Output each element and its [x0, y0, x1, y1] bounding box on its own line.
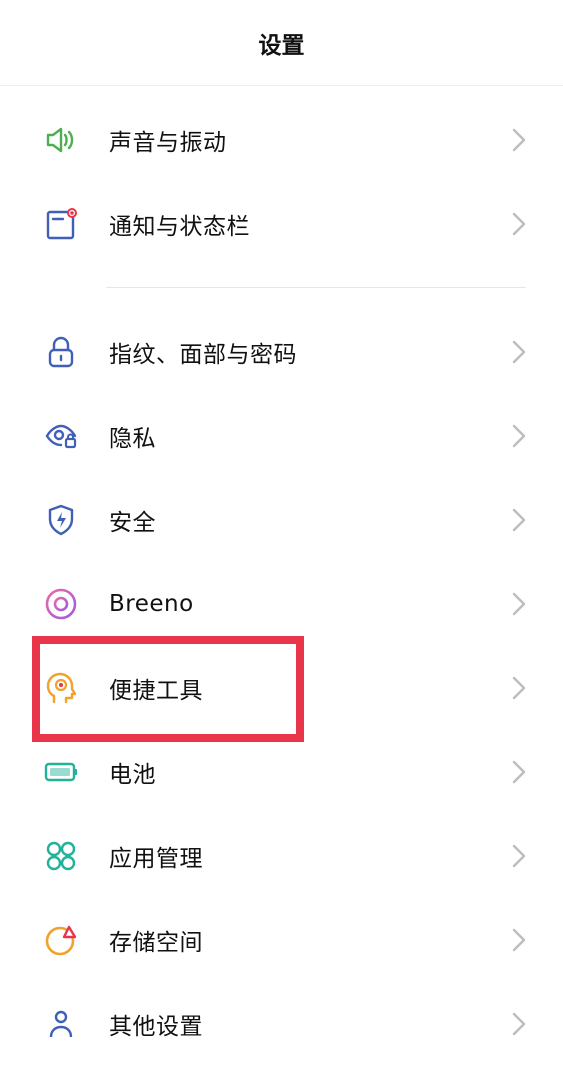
battery-icon — [44, 755, 78, 789]
settings-item-label: 存储空间 — [109, 930, 203, 956]
settings-item-security[interactable]: 安全 — [0, 478, 563, 562]
settings-item-storage[interactable]: 存储空间 — [0, 898, 563, 982]
settings-item-battery[interactable]: 电池 — [0, 730, 563, 814]
settings-item-breeno[interactable]: Breeno — [0, 562, 563, 646]
settings-item-label: 声音与振动 — [109, 130, 227, 156]
chevron-right-icon — [512, 1012, 526, 1036]
shield-icon — [44, 503, 78, 537]
settings-item-label: Breeno — [109, 591, 194, 617]
page-title: 设置 — [258, 32, 305, 59]
apps-icon — [44, 839, 78, 873]
settings-item-privacy[interactable]: 隐私 — [0, 394, 563, 478]
chevron-right-icon — [512, 340, 526, 364]
lock-icon — [44, 335, 78, 369]
settings-item-label: 指纹、面部与密码 — [109, 342, 297, 368]
chevron-right-icon — [512, 928, 526, 952]
settings-item-label: 应用管理 — [109, 846, 203, 872]
settings-item-notifications[interactable]: 通知与状态栏 — [0, 182, 563, 266]
eye-lock-icon — [44, 419, 78, 453]
storage-icon — [44, 923, 78, 957]
chevron-right-icon — [512, 424, 526, 448]
person-icon — [44, 1007, 78, 1041]
settings-item-label: 其他设置 — [109, 1014, 203, 1040]
notification-icon — [44, 207, 78, 241]
chevron-right-icon — [512, 592, 526, 616]
breeno-icon — [44, 587, 78, 621]
section-divider — [106, 287, 526, 288]
highlight-box — [32, 636, 304, 742]
settings-item-label: 通知与状态栏 — [109, 214, 250, 240]
settings-item-label: 安全 — [109, 510, 156, 536]
chevron-right-icon — [512, 844, 526, 868]
chevron-right-icon — [512, 508, 526, 532]
settings-item-sound[interactable]: 声音与振动 — [0, 98, 563, 182]
chevron-right-icon — [512, 676, 526, 700]
header-bar: 设置 — [0, 0, 563, 86]
chevron-right-icon — [512, 128, 526, 152]
settings-item-fingerprint[interactable]: 指纹、面部与密码 — [0, 310, 563, 394]
settings-item-other[interactable]: 其他设置 — [0, 982, 563, 1066]
settings-item-label: 隐私 — [109, 426, 156, 452]
speaker-icon — [44, 123, 78, 157]
chevron-right-icon — [512, 212, 526, 236]
settings-item-app-management[interactable]: 应用管理 — [0, 814, 563, 898]
chevron-right-icon — [512, 760, 526, 784]
settings-item-label: 电池 — [109, 762, 156, 788]
